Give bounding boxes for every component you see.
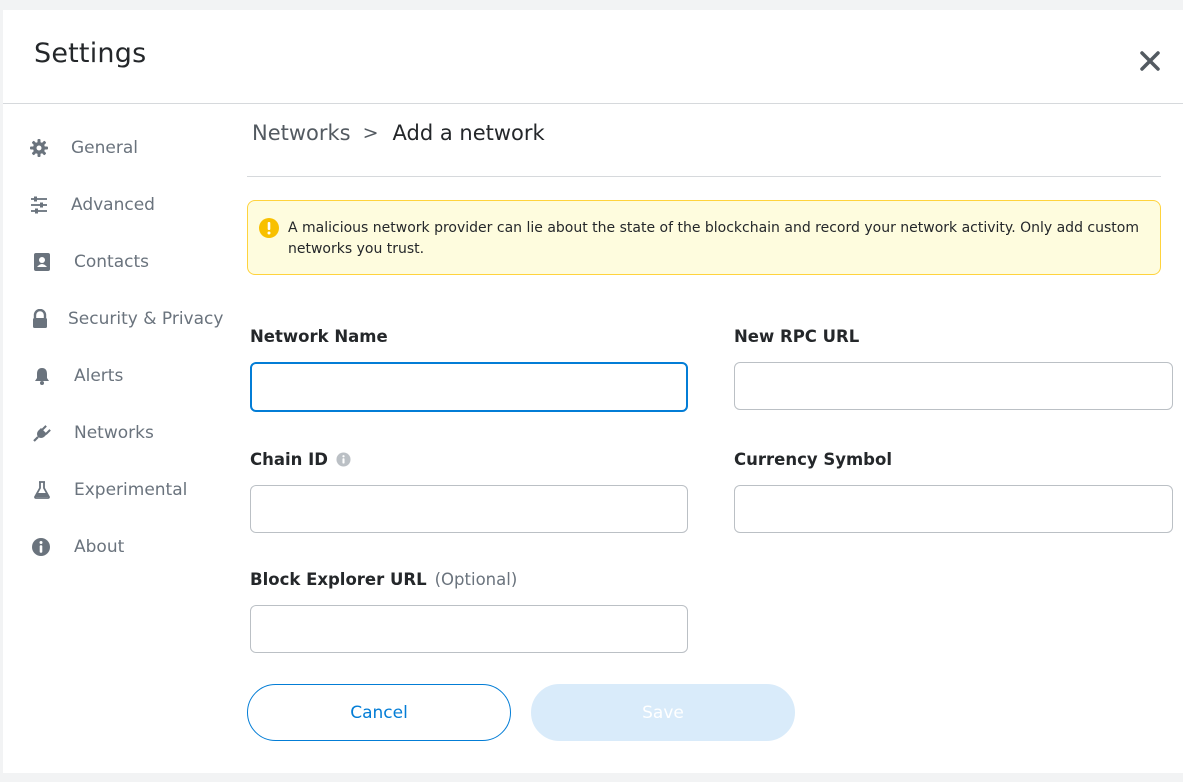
network-name-label-text: Network Name — [250, 327, 388, 346]
chain-id-label: Chain ID — [250, 450, 351, 469]
breadcrumb: Networks > Add a network — [252, 121, 545, 145]
block-explorer-label-text: Block Explorer URL — [250, 570, 427, 589]
chain-id-label-text: Chain ID — [250, 450, 328, 469]
contacts-book-icon — [31, 251, 53, 273]
bell-icon — [31, 365, 53, 387]
sidebar-item-label: General — [71, 138, 138, 158]
currency-symbol-label-text: Currency Symbol — [734, 450, 892, 469]
breadcrumb-networks-link[interactable]: Networks — [252, 121, 351, 145]
plug-icon — [31, 422, 53, 444]
cancel-button[interactable]: Cancel — [247, 684, 511, 741]
rpc-url-input[interactable] — [734, 362, 1173, 410]
block-explorer-label: Block Explorer URL (Optional) — [250, 570, 517, 589]
page-title: Settings — [34, 38, 147, 69]
optional-hint: (Optional) — [434, 570, 518, 589]
sidebar-item-label: Advanced — [71, 195, 155, 215]
currency-symbol-label: Currency Symbol — [734, 450, 892, 469]
rpc-url-label: New RPC URL — [734, 327, 859, 346]
sidebar-item-label: Alerts — [74, 366, 124, 386]
sidebar-item-about[interactable]: About — [0, 527, 230, 567]
settings-header: Settings — [3, 10, 1183, 104]
sidebar-item-experimental[interactable]: Experimental — [0, 470, 230, 510]
content-divider — [247, 176, 1161, 177]
warning-info-icon — [259, 218, 279, 238]
sidebar-item-label: About — [74, 537, 125, 557]
flask-icon — [31, 479, 53, 501]
sidebar-item-label: Experimental — [74, 480, 188, 500]
network-name-input[interactable] — [250, 362, 688, 412]
breadcrumb-separator: > — [362, 122, 379, 144]
warning-text: A malicious network provider can lie abo… — [288, 220, 1139, 257]
info-circle-icon — [30, 536, 52, 558]
save-button[interactable]: Save — [531, 684, 795, 741]
block-explorer-input[interactable] — [250, 605, 688, 653]
rpc-url-label-text: New RPC URL — [734, 327, 860, 346]
sidebar-item-label: Networks — [74, 423, 154, 443]
chain-id-info-icon[interactable] — [336, 452, 351, 467]
sidebar-item-general[interactable]: General — [0, 128, 230, 168]
sidebar-item-label: Security & Privacy — [68, 309, 224, 329]
gear-icon — [28, 137, 50, 159]
sidebar-item-advanced[interactable]: Advanced — [0, 185, 230, 225]
chain-id-input[interactable] — [250, 485, 688, 533]
sidebar-item-security[interactable]: Security & Privacy — [0, 299, 230, 339]
close-icon[interactable] — [1137, 48, 1163, 74]
network-name-label: Network Name — [250, 327, 388, 346]
sliders-icon — [28, 194, 50, 216]
sidebar-item-alerts[interactable]: Alerts — [0, 356, 230, 396]
sidebar-item-label: Contacts — [74, 252, 149, 272]
sidebar-item-contacts[interactable]: Contacts — [0, 242, 230, 282]
close-button[interactable] — [1137, 48, 1163, 74]
warning-banner: A malicious network provider can lie abo… — [247, 200, 1161, 275]
sidebar-item-networks[interactable]: Networks — [0, 413, 230, 453]
breadcrumb-current: Add a network — [392, 121, 545, 145]
currency-symbol-input[interactable] — [734, 485, 1173, 533]
lock-icon — [29, 308, 51, 330]
